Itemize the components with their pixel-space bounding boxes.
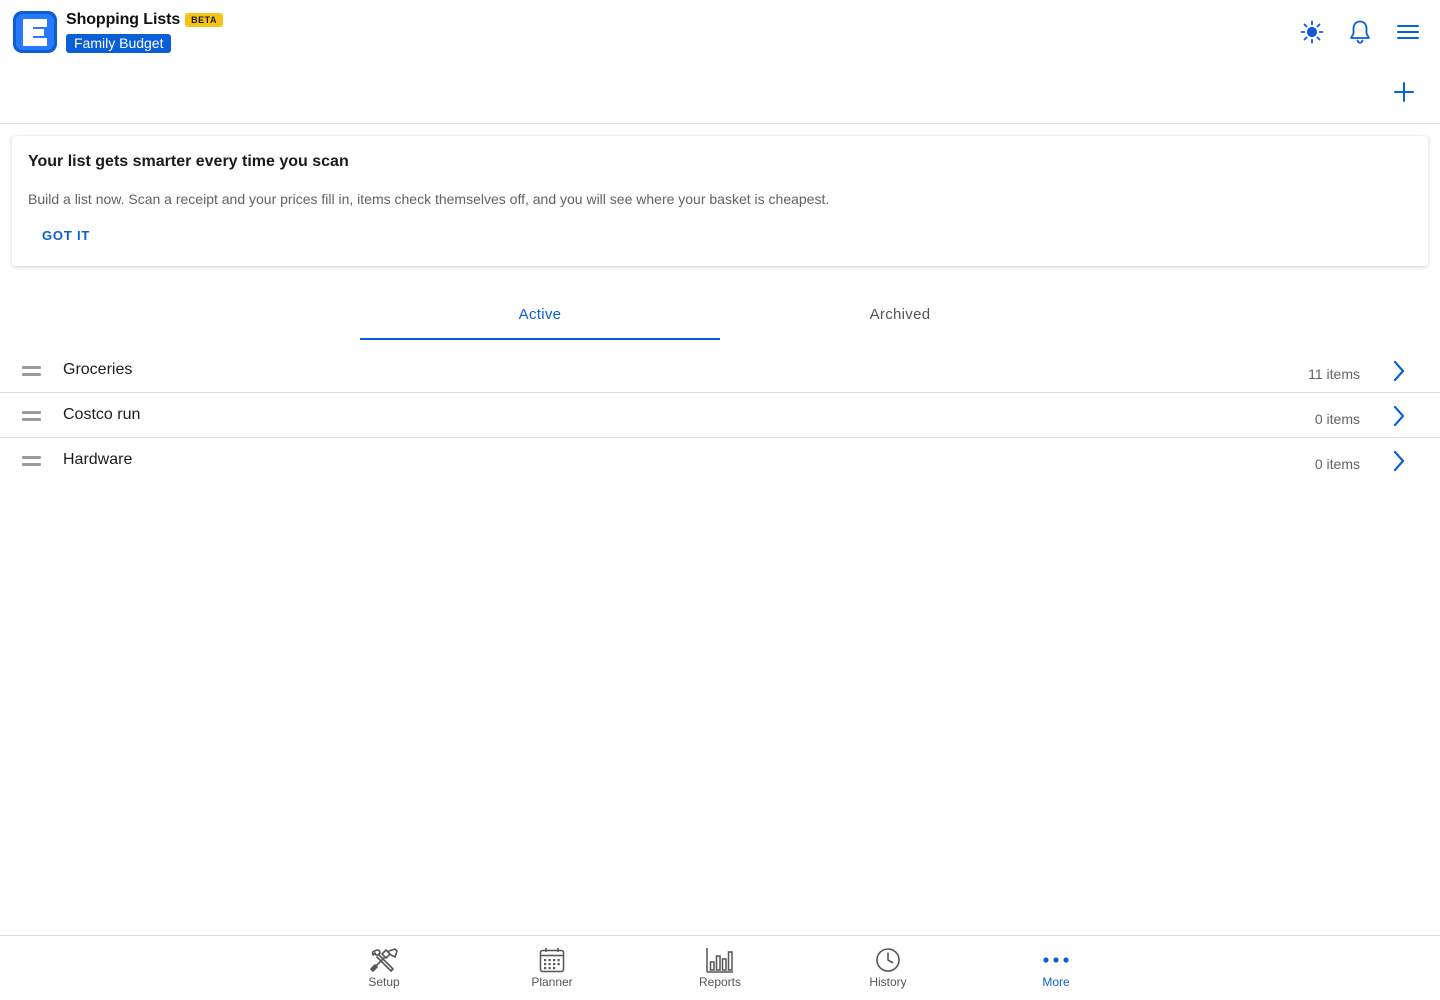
list-item[interactable]: Costco run 0 items — [0, 393, 1440, 438]
list-item[interactable]: Hardware 0 items — [0, 438, 1440, 483]
chevron-right-icon[interactable] — [1392, 405, 1406, 427]
nav-label: More — [1042, 975, 1070, 989]
notifications-button[interactable] — [1348, 16, 1372, 48]
clock-icon — [876, 948, 900, 972]
list-tabs: Active Archived — [360, 288, 1080, 340]
nav-label: History — [869, 975, 907, 989]
nav-reports[interactable]: Reports — [660, 936, 780, 1000]
card-title: Your list gets smarter every time you sc… — [28, 153, 349, 170]
app-title: Shopping Lists — [66, 11, 181, 28]
calendar-icon — [539, 948, 565, 973]
app-header: Shopping Lists BETA Family Budget — [0, 0, 1440, 64]
got-it-button[interactable]: GOT IT — [42, 228, 90, 243]
sun-icon — [1300, 20, 1324, 44]
drag-handle-icon[interactable] — [22, 411, 41, 421]
list-name: Hardware — [63, 451, 133, 468]
list-item-count: 0 items — [1314, 411, 1360, 427]
nav-more[interactable]: More — [996, 936, 1116, 1000]
menu-button[interactable] — [1396, 16, 1420, 48]
list-item[interactable]: Groceries 11 items — [0, 348, 1440, 393]
nav-label: Reports — [698, 975, 742, 989]
bottom-nav: Setup Planner Reports History More — [0, 935, 1440, 1000]
theme-toggle-button[interactable] — [1300, 16, 1324, 48]
chevron-right-icon[interactable] — [1392, 360, 1406, 382]
list-item-count: 11 items — [1308, 366, 1360, 382]
card-text: Build a list now. Scan a receipt and you… — [28, 191, 830, 207]
hamburger-icon — [1397, 25, 1419, 39]
bell-icon — [1350, 20, 1370, 44]
onboarding-card: Your list gets smarter every time you sc… — [12, 136, 1428, 266]
drag-handle-icon[interactable] — [22, 456, 41, 466]
list-item-count: 0 items — [1314, 456, 1360, 472]
budget-selector[interactable]: Family Budget — [66, 34, 172, 53]
bar-chart-icon — [706, 948, 733, 973]
nav-setup[interactable]: Setup — [324, 936, 444, 1000]
app-logo-icon[interactable] — [13, 11, 57, 53]
drag-handle-icon[interactable] — [22, 366, 41, 376]
more-dots-icon — [1043, 957, 1069, 963]
tab-archived[interactable]: Archived — [720, 288, 1080, 340]
list-toolbar — [0, 64, 1440, 124]
shopping-lists: Groceries 11 items Costco run 0 items Ha… — [0, 348, 1440, 483]
header-actions — [1300, 16, 1420, 48]
beta-badge: BETA — [185, 13, 223, 27]
chevron-right-icon[interactable] — [1392, 450, 1406, 472]
tab-active[interactable]: Active — [360, 288, 720, 340]
list-name: Groceries — [63, 361, 133, 378]
nav-planner[interactable]: Planner — [492, 936, 612, 1000]
list-name: Costco run — [63, 406, 141, 423]
nav-history[interactable]: History — [828, 936, 948, 1000]
title-row: Shopping Lists BETA — [66, 11, 223, 29]
add-list-button[interactable] — [1392, 80, 1416, 104]
tools-icon — [370, 948, 398, 972]
nav-label: Planner — [531, 975, 573, 989]
nav-label: Setup — [368, 975, 400, 989]
